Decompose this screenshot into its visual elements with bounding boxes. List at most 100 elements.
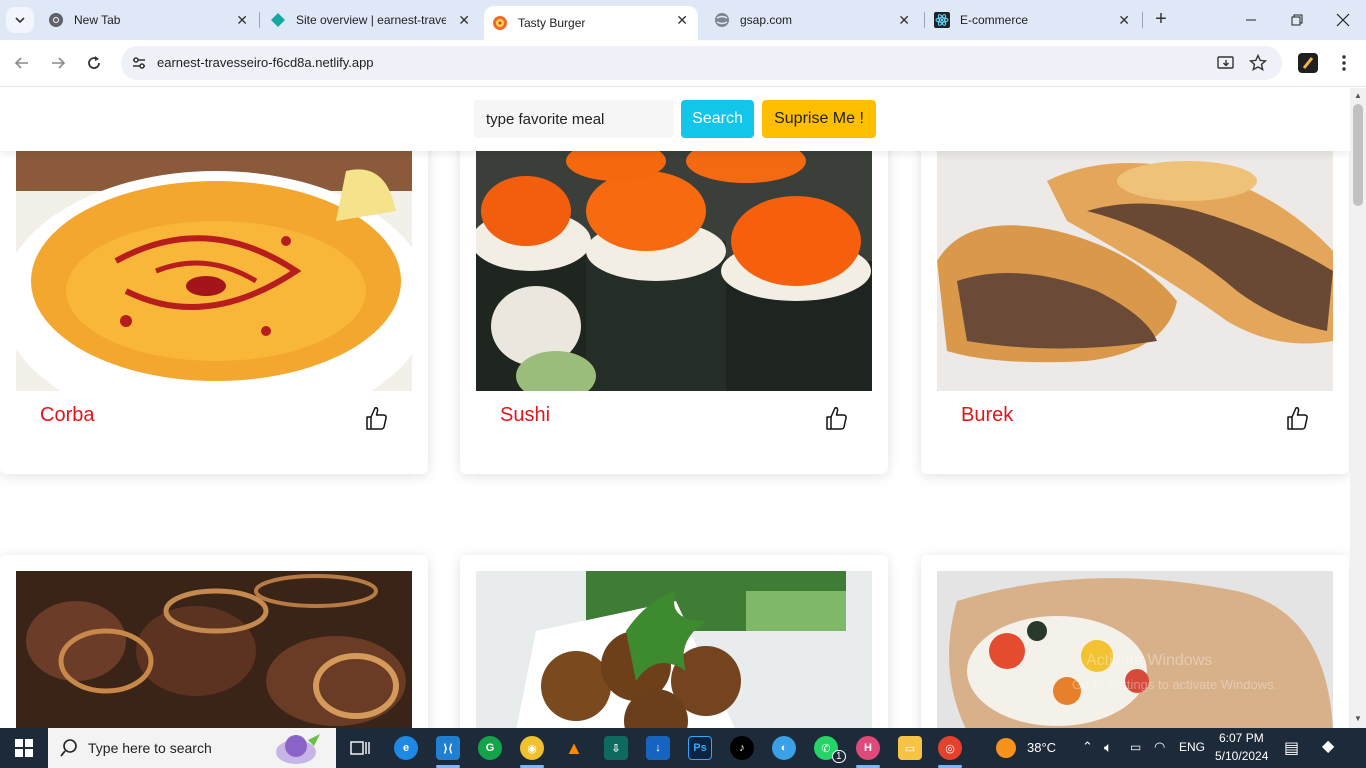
language-indicator[interactable]: ENG — [1179, 740, 1205, 754]
reload-button[interactable] — [82, 51, 106, 75]
meal-name[interactable]: Corba — [40, 404, 94, 427]
temperature[interactable]: 38°C — [1027, 740, 1056, 755]
meal-image-burek — [937, 151, 1333, 391]
tab-bar: New Tab ✕ Site overview | earnest-trave … — [0, 0, 1366, 40]
tab-ecommerce[interactable]: E-commerce ✕ — [926, 0, 1140, 40]
close-tab-icon[interactable]: ✕ — [1118, 12, 1130, 29]
site-info-icon[interactable] — [129, 53, 149, 73]
tiktok-icon[interactable]: ♪ — [730, 736, 754, 760]
thumbs-up-icon[interactable] — [824, 405, 848, 431]
tab-title: Site overview | earnest-trave — [296, 13, 446, 27]
meal-card[interactable]: Sushi — [460, 128, 888, 474]
close-tab-icon[interactable]: ✕ — [898, 12, 910, 29]
photoshop-icon[interactable]: Ps — [688, 736, 712, 760]
restore-button[interactable] — [1274, 0, 1320, 40]
tab-separator — [259, 12, 260, 28]
meal-card[interactable] — [0, 555, 428, 728]
windows-taskbar: Type here to search e ⟩⟨ G ◉ ▲ ⇩ ↓ Ps ♪ … — [0, 728, 1366, 768]
tab-separator — [1142, 12, 1143, 28]
meal-image-lentil-soup — [16, 151, 412, 391]
meal-image-stuffed-pita — [937, 571, 1333, 728]
globe-icon — [714, 12, 730, 28]
chrome-icon[interactable]: ◎ — [938, 736, 962, 760]
close-window-button[interactable] — [1320, 0, 1366, 40]
whatsapp-badge: 1 — [832, 750, 846, 763]
tab-search-button[interactable] — [6, 7, 34, 33]
page-scrollbar[interactable]: ▲ ▼ — [1350, 88, 1366, 728]
bookmark-star-icon[interactable] — [1247, 53, 1269, 73]
thumbs-up-icon[interactable] — [364, 405, 388, 431]
meal-name[interactable]: Burek — [961, 404, 1013, 427]
meal-name[interactable]: Sushi — [500, 404, 550, 427]
activation-watermark-text: Go to Settings to activate Windows. — [1072, 677, 1278, 692]
globe-app-icon[interactable]: ◐ — [772, 736, 796, 760]
address-bar[interactable]: earnest-travesseiro-f6cd8a.netlify.app — [121, 46, 1282, 80]
close-tab-icon[interactable]: ✕ — [236, 12, 248, 29]
page-viewport: Search Suprise Me ! Corba — [0, 88, 1350, 728]
vlc-icon[interactable]: ▲ — [562, 736, 586, 760]
battery-icon[interactable]: ▭ — [1130, 740, 1141, 754]
chevron-up-icon[interactable]: ⌃ — [1082, 739, 1093, 755]
back-button[interactable] — [10, 51, 34, 75]
tab-title: E-commerce — [960, 13, 1029, 27]
activation-watermark-title: Activate Windows — [1086, 652, 1213, 669]
chrome-profile-icon[interactable]: ◉ — [520, 736, 544, 760]
installer-icon[interactable]: ⇩ — [604, 736, 628, 760]
meal-card[interactable]: Corba — [0, 128, 428, 474]
chevron-down-icon — [15, 17, 25, 24]
grammarly-icon[interactable]: G — [478, 736, 502, 760]
taskbar-search-box[interactable]: Type here to search — [48, 728, 336, 768]
tab-gsap[interactable]: gsap.com ✕ — [706, 0, 920, 40]
install-app-icon[interactable] — [1215, 53, 1237, 73]
tab-tasty-burger[interactable]: Tasty Burger ✕ — [484, 6, 698, 40]
tab-separator — [924, 12, 925, 28]
edge-icon[interactable]: e — [394, 736, 418, 760]
chrome-icon — [48, 12, 64, 28]
new-tab-button[interactable]: + — [1150, 8, 1172, 30]
meal-card[interactable]: Burek — [921, 128, 1349, 474]
volume-icon[interactable]: 🔈︎ — [1104, 739, 1112, 756]
arrow-left-icon — [14, 57, 28, 69]
meal-card[interactable] — [921, 555, 1349, 728]
scroll-up-arrow-icon[interactable]: ▲ — [1354, 91, 1362, 100]
tab-title: New Tab — [74, 13, 121, 27]
thumbs-up-icon[interactable] — [1285, 405, 1309, 431]
close-icon — [1336, 13, 1350, 27]
tab-title: Tasty Burger — [518, 16, 586, 30]
netlify-icon — [270, 12, 286, 28]
wifi-icon[interactable]: ◠ — [1154, 739, 1165, 755]
forward-button[interactable] — [46, 51, 70, 75]
windows-start-icon[interactable] — [12, 736, 36, 760]
clock-time[interactable]: 6:07 PM — [1219, 731, 1264, 745]
meal-search-input[interactable] — [474, 100, 674, 138]
vscode-icon[interactable]: ⟩⟨ — [436, 736, 460, 760]
search-button[interactable]: Search — [681, 100, 754, 138]
weather-sun-icon[interactable] — [996, 738, 1016, 758]
copilot-icon[interactable]: ◆ — [1322, 736, 1334, 756]
surprise-me-button[interactable]: Suprise Me ! — [762, 100, 876, 138]
meal-image-sushi — [476, 151, 872, 391]
minimize-button[interactable] — [1228, 0, 1274, 40]
download-manager-icon[interactable]: ↓ — [646, 736, 670, 760]
restore-icon — [1291, 14, 1303, 26]
tab-site-overview[interactable]: Site overview | earnest-trave ✕ — [262, 0, 480, 40]
notification-icon[interactable]: ▤ — [1284, 738, 1299, 758]
site-header: Search Suprise Me ! — [0, 88, 1350, 151]
scroll-down-arrow-icon[interactable]: ▼ — [1354, 714, 1362, 723]
meal-card[interactable] — [460, 555, 888, 728]
search-icon — [60, 739, 77, 757]
close-tab-icon[interactable]: ✕ — [458, 12, 470, 29]
task-view-icon[interactable] — [348, 736, 372, 760]
tab-new-tab[interactable]: New Tab ✕ — [40, 0, 258, 40]
close-tab-icon[interactable]: ✕ — [676, 12, 688, 29]
clock-date[interactable]: 5/10/2024 — [1215, 749, 1268, 763]
search-highlight-icon — [276, 734, 320, 764]
scrollbar-thumb[interactable] — [1353, 104, 1363, 206]
reload-icon — [88, 56, 100, 69]
menu-kebab-icon[interactable] — [1332, 51, 1356, 75]
chrome-h-profile-icon[interactable]: H — [856, 736, 880, 760]
taskbar-search-text: Type here to search — [88, 740, 212, 756]
extension-icon[interactable] — [1296, 51, 1320, 75]
react-icon — [934, 12, 950, 28]
file-explorer-icon[interactable]: ▭ — [898, 736, 922, 760]
